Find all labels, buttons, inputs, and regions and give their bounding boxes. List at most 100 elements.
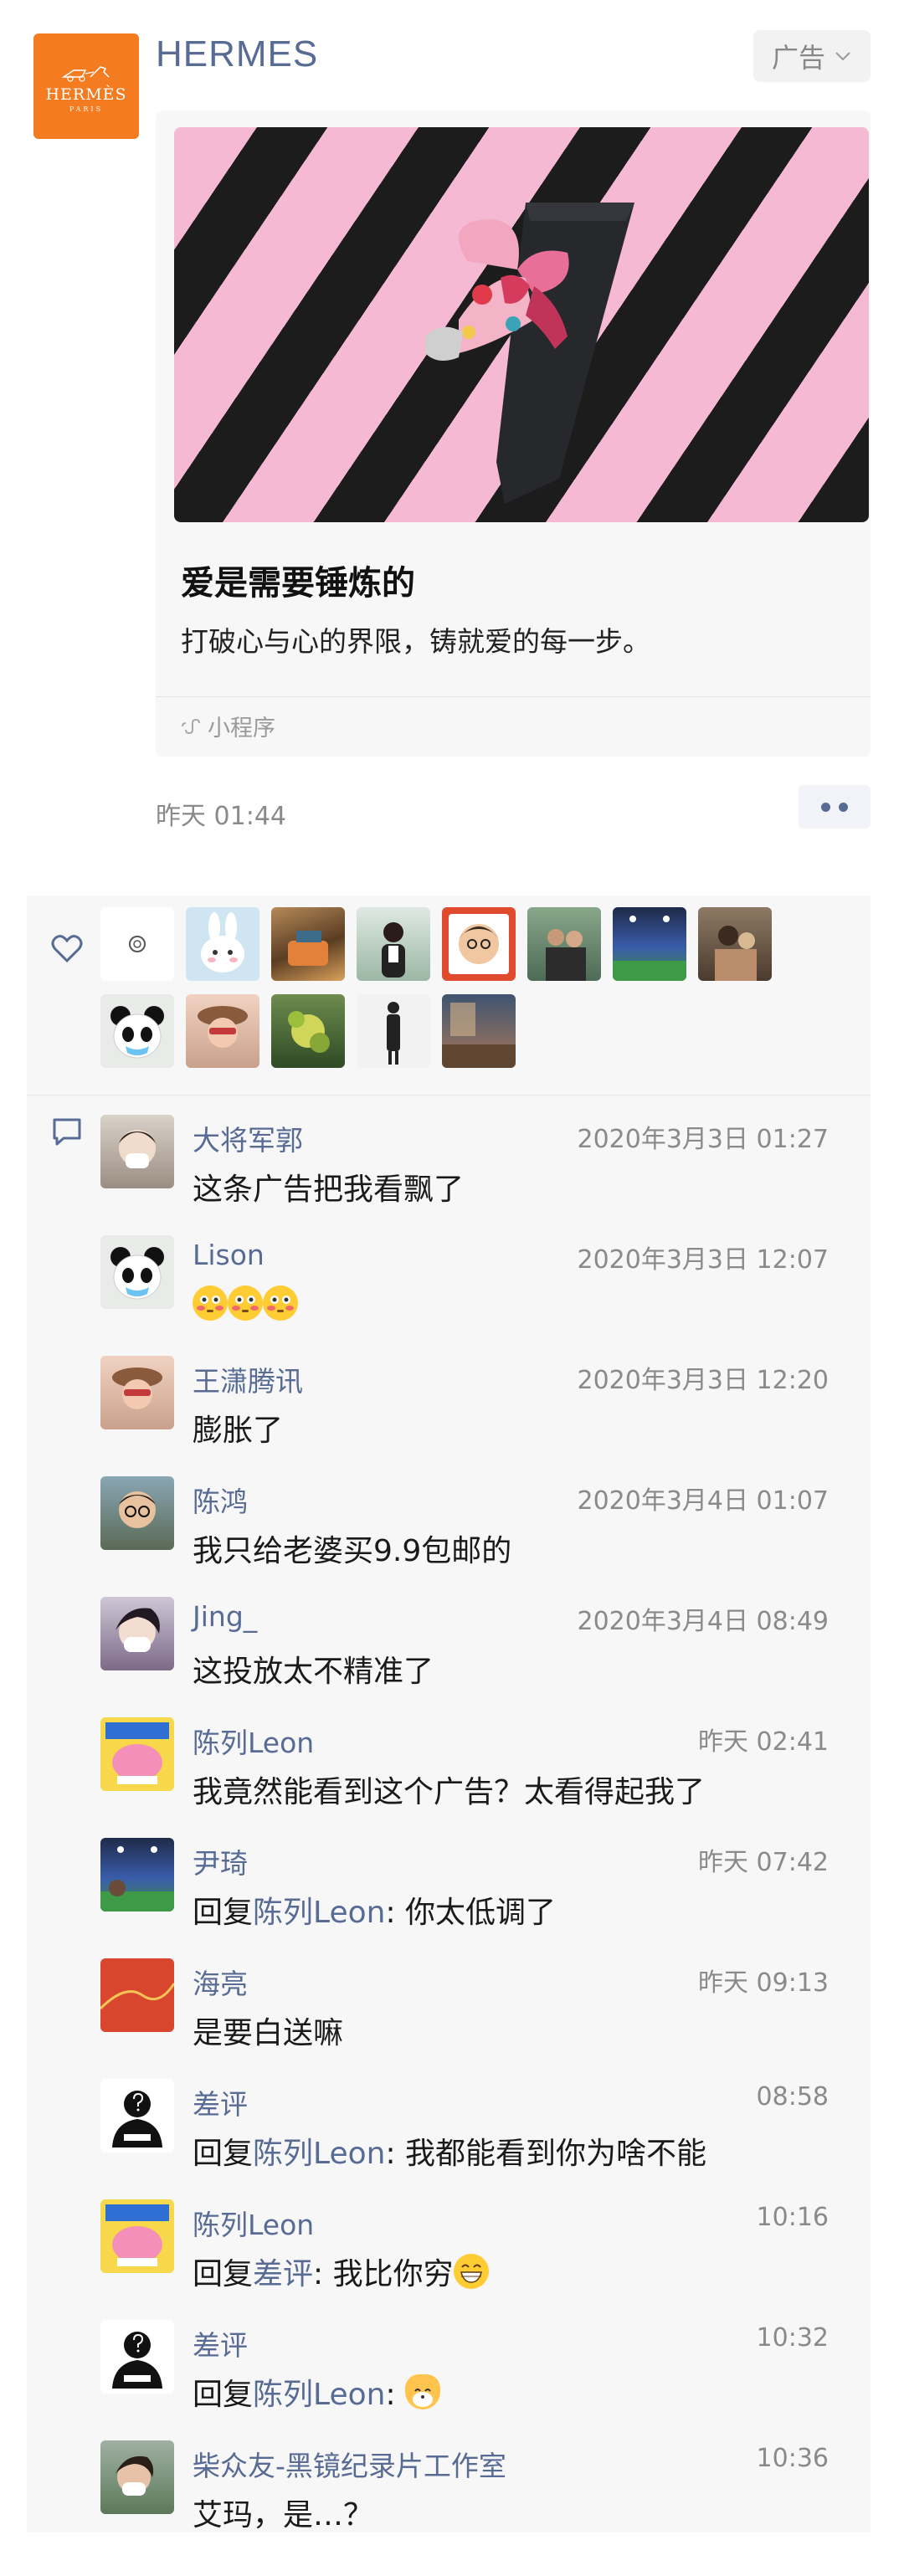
comment-body: 我只给老婆买9.9包邮的: [193, 1534, 512, 1568]
comment-text: 回复陈列Leon:: [193, 2370, 441, 2414]
comment-item[interactable]: 陈列Leon 10:16 回复差评: 我比你穷: [100, 2189, 854, 2310]
reply-to-name[interactable]: 差评: [253, 2257, 313, 2291]
comment-time: 10:36: [756, 2444, 829, 2473]
reply-label: 回复: [193, 1896, 254, 1930]
comment-body: :: [385, 2378, 406, 2412]
comment-text: 这投放太不精准了: [193, 1647, 434, 1691]
reply-to-name[interactable]: 陈列Leon: [253, 2137, 385, 2171]
chevron-down-icon: [835, 52, 850, 61]
cat-face-icon: [405, 2374, 441, 2409]
comment-item[interactable]: 陈列Leon 昨天 02:41 我竟然能看到这个广告？太看得起我了: [100, 1707, 854, 1828]
likers-list: [100, 907, 854, 1068]
interaction-box: 大将军郭 2020年3月3日 01:27 这条广告把我看飘了 Lison 202…: [27, 895, 871, 2532]
commenter-avatar[interactable]: [100, 1235, 174, 1309]
liker-avatar[interactable]: [357, 907, 430, 981]
commenter-avatar[interactable]: [100, 1356, 174, 1429]
liker-avatar[interactable]: [100, 907, 174, 981]
flushed-face-icon: [263, 1285, 298, 1321]
comment-time: 2020年3月3日 01:27: [577, 1125, 829, 1154]
commenter-avatar[interactable]: [100, 1717, 174, 1791]
reply-to-name[interactable]: 陈列Leon: [253, 2378, 385, 2412]
liker-avatar[interactable]: [357, 994, 430, 1068]
reply-label: 回复: [193, 2137, 254, 2171]
commenter-name[interactable]: 尹琦: [193, 1841, 248, 1881]
mini-program-label[interactable]: 小程序: [181, 710, 275, 742]
ad-description: 打破心与心的界限，铸就爱的每一步。: [181, 625, 650, 658]
commenter-avatar[interactable]: [100, 2079, 174, 2153]
commenter-avatar[interactable]: [100, 1958, 174, 2032]
grinning-face-icon: [453, 2254, 489, 2289]
comment-item[interactable]: 差评 08:58 回复陈列Leon: 我都能看到你为啥不能: [100, 2069, 854, 2189]
comment-time: 2020年3月3日 12:20: [577, 1366, 829, 1395]
comment-time: 昨天 02:41: [698, 1727, 829, 1757]
commenter-name[interactable]: 王潇腾讯: [193, 1359, 303, 1399]
comment-text: 我竟然能看到这个广告？太看得起我了: [193, 1768, 705, 1811]
commenter-avatar[interactable]: [100, 1838, 174, 1911]
comment-item[interactable]: 尹琦 昨天 07:42 回复陈列Leon: 你太低调了: [100, 1828, 854, 1948]
comment-text: 艾玛，是…？: [193, 2491, 373, 2534]
comment-text: 膨胀了: [193, 1406, 283, 1450]
comment-body: 这条广告把我看飘了: [193, 1173, 465, 1207]
liker-avatar[interactable]: [527, 907, 601, 981]
commenter-name[interactable]: 差评: [193, 2323, 248, 2363]
comment-text: 是要白送嘛: [193, 2009, 343, 2052]
comment-text: 回复差评: 我比你穷: [193, 2250, 489, 2293]
commenter-avatar[interactable]: [100, 2199, 174, 2273]
liker-avatar[interactable]: [186, 907, 259, 981]
comment-body: : 你太低调了: [385, 1896, 557, 1930]
comment-item[interactable]: 王潇腾讯 2020年3月3日 12:20 膨胀了: [100, 1346, 854, 1466]
liker-avatar[interactable]: [613, 907, 686, 981]
more-actions-button[interactable]: [799, 785, 871, 829]
ad-card[interactable]: 爱是需要锤炼的 打破心与心的界限，铸就爱的每一步。 小程序: [156, 110, 871, 757]
commenter-avatar[interactable]: [100, 1115, 174, 1188]
commenter-name[interactable]: Lison: [193, 1239, 265, 1271]
comment-item[interactable]: Jing_ 2020年3月4日 08:49 这投放太不精准了: [100, 1587, 854, 1707]
liker-avatar[interactable]: [442, 907, 516, 981]
reply-to-name[interactable]: 陈列Leon: [253, 1896, 385, 1930]
commenter-name[interactable]: 陈鸿: [193, 1480, 248, 1520]
comment-item[interactable]: 大将军郭 2020年3月3日 01:27 这条广告把我看飘了: [100, 1105, 854, 1225]
comment-body: 艾玛，是…？: [193, 2498, 374, 2532]
commenter-name[interactable]: 海亮: [193, 1962, 248, 2002]
commenter-name[interactable]: 柴众友-黑镜纪录片工作室: [193, 2444, 506, 2484]
commenter-avatar[interactable]: [100, 2320, 174, 2394]
scarf-tie-illustration: [425, 203, 634, 504]
liker-avatar[interactable]: [271, 907, 345, 981]
mini-program-icon: [182, 718, 200, 734]
liker-avatar[interactable]: [186, 994, 259, 1068]
liker-avatar[interactable]: [100, 994, 174, 1068]
comment-time: 08:58: [756, 2082, 829, 2112]
comment-icon: [53, 1118, 81, 1146]
commenter-name[interactable]: 陈列Leon: [193, 2203, 314, 2243]
poster-name[interactable]: HERMES: [156, 33, 318, 75]
commenter-name[interactable]: 陈列Leon: [193, 1721, 314, 1761]
commenter-name[interactable]: 差评: [193, 2082, 248, 2122]
commenter-avatar[interactable]: [100, 2440, 174, 2514]
liker-avatar[interactable]: [698, 907, 772, 981]
comment-item[interactable]: 柴众友-黑镜纪录片工作室 10:36 艾玛，是…？: [100, 2430, 854, 2551]
mini-program-text: 小程序: [208, 716, 275, 741]
liker-avatar[interactable]: [442, 994, 516, 1068]
commenter-name[interactable]: Jing_: [193, 1600, 257, 1633]
commenter-avatar[interactable]: [100, 1597, 174, 1670]
comment-time: 10:16: [756, 2203, 829, 2232]
commenter-avatar[interactable]: [100, 1476, 174, 1550]
ad-tag-button[interactable]: 广告: [753, 30, 871, 82]
comment-body: 这投放太不精准了: [193, 1655, 434, 1689]
flushed-face-icon: [193, 1285, 228, 1321]
comment-body: 膨胀了: [193, 1414, 284, 1448]
brand-avatar[interactable]: HERMÈS PARIS: [33, 33, 139, 139]
comment-time: 2020年3月4日 01:07: [577, 1486, 829, 1516]
ad-tag-label: 广告: [771, 42, 825, 74]
post-time: 昨天 01:44: [156, 802, 286, 831]
reply-label: 回复: [193, 2378, 254, 2412]
comment-text: 回复陈列Leon: 我都能看到你为啥不能: [193, 2129, 706, 2173]
comment-item[interactable]: 差评 10:32 回复陈列Leon:: [100, 2310, 854, 2430]
comment-item[interactable]: 海亮 昨天 09:13 是要白送嘛: [100, 1948, 854, 2069]
commenter-name[interactable]: 大将军郭: [193, 1118, 303, 1158]
comment-item[interactable]: Lison 2020年3月3日 12:07: [100, 1225, 854, 1346]
ad-image[interactable]: [174, 127, 869, 522]
liker-avatar[interactable]: [271, 994, 345, 1068]
comment-item[interactable]: 陈鸿 2020年3月4日 01:07 我只给老婆买9.9包邮的: [100, 1466, 854, 1587]
comment-time: 10:32: [756, 2323, 829, 2353]
